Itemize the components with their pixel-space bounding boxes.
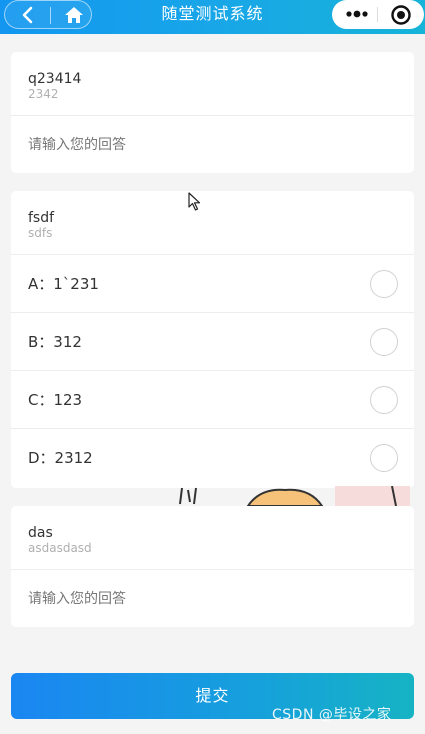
menu-capsule bbox=[332, 0, 424, 29]
target-circle-icon[interactable] bbox=[390, 4, 412, 26]
question-card-3: das asdasdasd 请输入您的回答 bbox=[11, 506, 414, 627]
more-dots-icon[interactable] bbox=[344, 6, 370, 22]
question-subtitle: 2342 bbox=[28, 87, 59, 101]
answer-input[interactable]: 请输入您的回答 bbox=[11, 116, 414, 174]
option-label: A：1`231 bbox=[28, 275, 99, 293]
question-header: fsdf sdfs bbox=[11, 191, 414, 255]
navigation-bar: 随堂测试系统 bbox=[0, 0, 425, 34]
capsule-divider bbox=[377, 7, 378, 22]
radio-button[interactable] bbox=[370, 444, 398, 472]
question-title: das bbox=[28, 525, 53, 541]
radio-button[interactable] bbox=[370, 270, 398, 298]
option-b[interactable]: B：312 bbox=[11, 313, 414, 371]
background-illustration bbox=[179, 486, 410, 506]
question-card-1: q23414 2342 请输入您的回答 bbox=[11, 52, 414, 173]
question-card-2: fsdf sdfs A：1`231 B：312 C：123 D：2312 bbox=[11, 191, 414, 488]
option-label: D：2312 bbox=[28, 449, 93, 467]
option-a[interactable]: A：1`231 bbox=[11, 255, 414, 313]
question-header: das asdasdasd bbox=[11, 506, 414, 570]
mouse-cursor-icon bbox=[188, 192, 201, 211]
question-subtitle: asdasdasd bbox=[28, 541, 92, 555]
watermark: CSDN @毕设之家 bbox=[272, 707, 392, 723]
answer-input[interactable]: 请输入您的回答 bbox=[11, 570, 414, 628]
question-title: fsdf bbox=[28, 210, 55, 226]
radio-button[interactable] bbox=[370, 386, 398, 414]
question-subtitle: sdfs bbox=[28, 226, 53, 240]
question-header: q23414 2342 bbox=[11, 52, 414, 116]
option-label: C：123 bbox=[28, 391, 83, 409]
option-d[interactable]: D：2312 bbox=[11, 429, 414, 487]
question-title: q23414 bbox=[28, 71, 82, 87]
option-label: B：312 bbox=[28, 333, 82, 351]
option-c[interactable]: C：123 bbox=[11, 371, 414, 429]
radio-button[interactable] bbox=[370, 328, 398, 356]
